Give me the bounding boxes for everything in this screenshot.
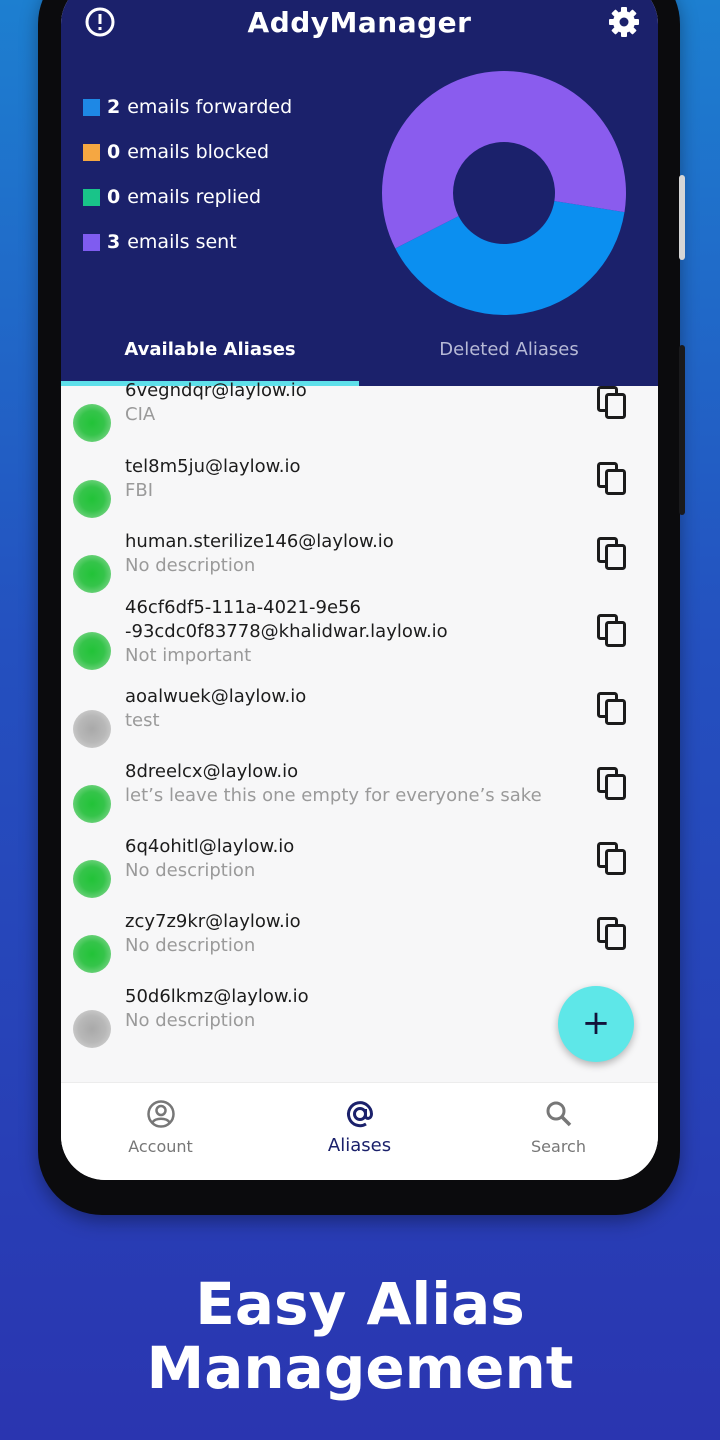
nav-account[interactable]: Account [61, 1083, 260, 1180]
sent-color-swatch [83, 233, 100, 251]
stat-replied: 0 emails replied [83, 186, 261, 208]
copy-icon[interactable] [597, 537, 627, 571]
app-screen: AddyManager 2 emails forwarded 0 emails … [61, 0, 658, 1180]
replied-count: 0 [107, 186, 121, 208]
search-icon [546, 1101, 572, 1127]
tab-deleted-aliases[interactable]: Deleted Aliases [360, 320, 658, 386]
alias-description: Not important [125, 645, 252, 666]
alias-email: 8dreelcx@laylow.io [125, 761, 299, 782]
active-status-dot [73, 555, 111, 593]
nav-search[interactable]: Search [459, 1083, 658, 1180]
gear-icon[interactable] [608, 6, 640, 38]
forwarded-label: emails forwarded [127, 96, 293, 118]
copy-icon[interactable] [597, 386, 627, 420]
alias-description: FBI [125, 480, 154, 501]
active-status-dot [73, 480, 111, 518]
replied-label: emails replied [127, 186, 262, 208]
sent-count: 3 [107, 231, 121, 253]
email-stats-donut-chart [381, 70, 626, 315]
alias-description: No description [125, 555, 256, 576]
alias-description: No description [125, 1010, 256, 1031]
replied-color-swatch [83, 188, 100, 206]
list-item[interactable]: zcy7z9kr@laylow.io No description [61, 911, 658, 993]
alias-email: 50d6lkmz@laylow.io [125, 986, 309, 1007]
promo-caption: Easy Alias Management [0, 1272, 720, 1400]
alias-description: No description [125, 860, 256, 881]
copy-icon[interactable] [597, 917, 627, 951]
active-status-dot [73, 935, 111, 973]
blocked-label: emails blocked [127, 141, 270, 163]
alias-email: zcy7z9kr@laylow.io [125, 911, 301, 932]
stat-sent: 3 emails sent [83, 231, 237, 253]
copy-icon[interactable] [597, 692, 627, 726]
active-status-dot [73, 404, 111, 442]
active-status-dot [73, 632, 111, 670]
copy-icon[interactable] [597, 767, 627, 801]
alias-description: CIA [125, 404, 156, 425]
alias-description: No description [125, 935, 256, 956]
app-header: AddyManager 2 emails forwarded 0 emails … [61, 0, 658, 386]
stat-blocked: 0 emails blocked [83, 141, 269, 163]
list-item[interactable]: tel8m5ju@laylow.io FBI [61, 456, 658, 538]
alias-email: aoalwuek@laylow.io [125, 686, 307, 707]
app-title: AddyManager [247, 6, 472, 39]
alias-email: 6q4ohitl@laylow.io [125, 836, 295, 857]
tab-available-aliases[interactable]: Available Aliases [61, 320, 359, 386]
nav-account-label: Account [128, 1137, 193, 1156]
forwarded-count: 2 [107, 96, 121, 118]
alias-description: test [125, 710, 160, 731]
alias-email-line-2: -93cdc0f83778@khalidwar.laylow.io [125, 621, 448, 642]
account-circle-icon [147, 1100, 175, 1128]
forwarded-color-swatch [83, 98, 100, 116]
alias-tabs: Available Aliases Deleted Aliases [61, 320, 658, 386]
promo-line-2: Management [146, 1334, 574, 1402]
list-item[interactable]: aoalwuek@laylow.io test [61, 686, 658, 768]
phone-side-button [679, 175, 685, 260]
copy-icon[interactable] [597, 462, 627, 496]
promo-line-1: Easy Alias [195, 1270, 525, 1338]
blocked-color-swatch [83, 143, 100, 161]
nav-aliases[interactable]: Aliases [260, 1083, 459, 1180]
copy-icon[interactable] [597, 842, 627, 876]
list-item[interactable]: 8dreelcx@laylow.io let’s leave this one … [61, 761, 658, 843]
alias-email: tel8m5ju@laylow.io [125, 456, 301, 477]
blocked-count: 0 [107, 141, 121, 163]
nav-search-label: Search [531, 1137, 586, 1156]
active-status-dot [73, 785, 111, 823]
phone-side-button [679, 345, 685, 515]
add-alias-button[interactable]: + [558, 986, 634, 1062]
nav-aliases-label: Aliases [327, 1135, 392, 1156]
alias-email: human.sterilize146@laylow.io [125, 531, 394, 552]
bottom-navigation: Account Aliases Search [61, 1082, 658, 1180]
copy-icon[interactable] [597, 614, 627, 648]
inactive-status-dot [73, 1010, 111, 1048]
at-sign-icon [347, 1101, 374, 1128]
alias-email-line-1: 46cf6df5-111a-4021-9e56 [125, 597, 361, 618]
stat-forwarded: 2 emails forwarded [83, 96, 292, 118]
active-status-dot [73, 860, 111, 898]
list-item[interactable]: 6vegndqr@laylow.io CIA [61, 380, 658, 462]
sent-label: emails sent [127, 231, 237, 253]
alias-description: let’s leave this one empty for everyone’… [125, 785, 542, 806]
list-item[interactable]: 6q4ohitl@laylow.io No description [61, 836, 658, 918]
list-item[interactable]: 46cf6df5-111a-4021-9e56 -93cdc0f83778@kh… [61, 597, 658, 696]
inactive-status-dot [73, 710, 111, 748]
alias-email: 6vegndqr@laylow.io [125, 380, 307, 401]
